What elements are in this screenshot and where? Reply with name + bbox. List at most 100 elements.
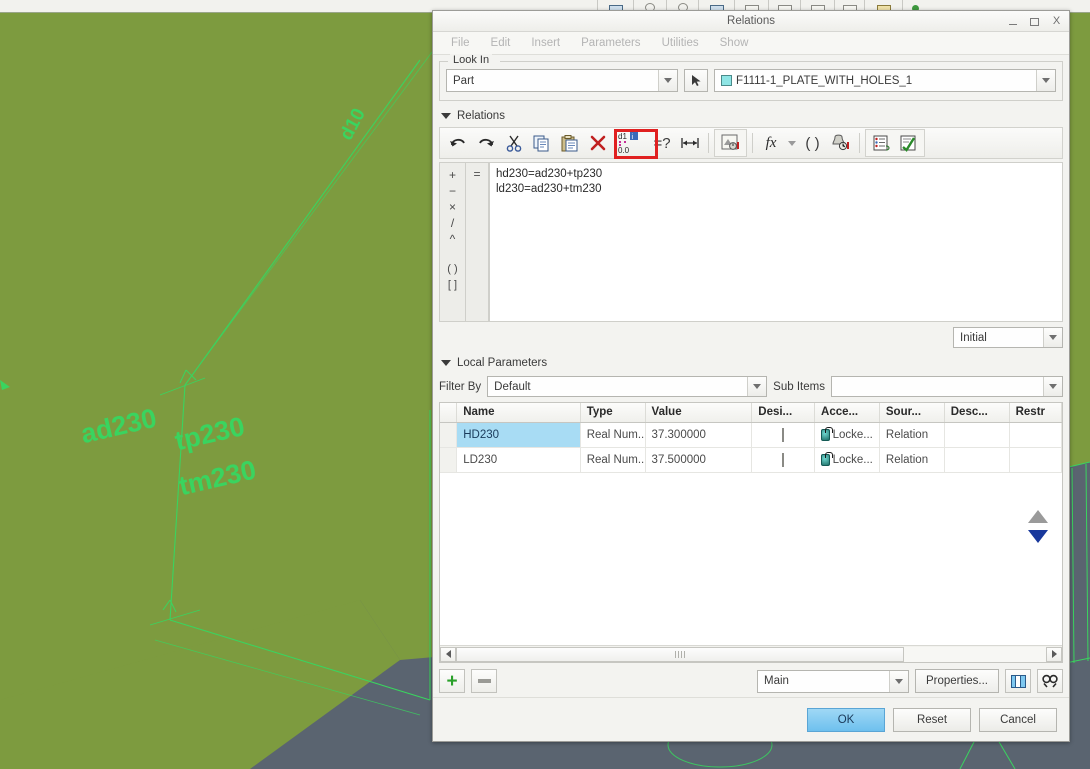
cell-description[interactable] — [944, 447, 1010, 473]
menu-item-parameters[interactable]: Parameters — [573, 35, 648, 51]
units-icon[interactable] — [827, 130, 854, 156]
parameter-scope-combo[interactable]: Main — [757, 669, 909, 693]
chevron-down-icon[interactable] — [658, 70, 677, 91]
menu-item-file[interactable]: File — [443, 35, 478, 51]
column-header-restrictions[interactable]: Restr — [1009, 403, 1062, 423]
dimension-icon[interactable] — [676, 130, 703, 156]
local-parameters-section-header[interactable]: Local Parameters — [439, 354, 1063, 372]
cell-value[interactable]: 37.500000 — [645, 447, 753, 473]
row-selector-cell[interactable] — [440, 422, 458, 448]
cancel-button[interactable]: Cancel — [979, 707, 1057, 732]
look-in-scope-combo[interactable]: Part — [446, 69, 678, 92]
operator-minus[interactable]: − — [440, 183, 465, 199]
sub-items-combo[interactable] — [830, 376, 1063, 397]
find-icon[interactable] — [1037, 669, 1063, 693]
paste-icon[interactable] — [556, 130, 583, 156]
window-controls[interactable]: X — [1006, 11, 1063, 32]
menu-item-insert[interactable]: Insert — [523, 35, 568, 51]
chevron-down-icon[interactable] — [889, 670, 908, 692]
collapse-triangle-icon[interactable] — [441, 360, 451, 366]
cell-type[interactable]: Real Num... — [580, 422, 646, 448]
table-horizontal-scrollbar[interactable] — [440, 645, 1062, 662]
check-icon[interactable] — [895, 130, 922, 156]
scrollbar-thumb[interactable] — [456, 646, 905, 662]
undo-icon[interactable] — [444, 130, 471, 156]
scrollbar-track[interactable] — [456, 646, 1046, 662]
column-header-designate[interactable]: Desi... — [751, 403, 816, 423]
cell-name[interactable]: HD230 — [456, 422, 581, 448]
relations-text-editor[interactable]: hd230=ad230+tp230 ld230=ad230+tm230 — [489, 162, 1063, 322]
ok-button[interactable]: OK — [807, 707, 885, 732]
minimize-icon[interactable] — [1006, 15, 1019, 28]
operator-equals[interactable]: = — [473, 167, 480, 181]
cell-value[interactable]: 37.300000 — [645, 422, 753, 448]
parameter-filter-row[interactable]: Filter By Default Sub Items — [439, 376, 1063, 397]
chevron-down-icon[interactable] — [1043, 377, 1062, 396]
relations-toolbar[interactable]: d1 i 0.0 =? fx () — [439, 127, 1063, 159]
chevron-down-icon[interactable] — [747, 377, 767, 396]
dropdown-arrow-icon[interactable] — [785, 130, 798, 156]
look-in-model-combo[interactable]: F1111-1_PLATE_WITH_HOLES_1 — [714, 69, 1056, 92]
relation-state-combo[interactable]: Initial — [953, 327, 1063, 348]
cell-source[interactable]: Relation — [879, 422, 945, 448]
notes-icon[interactable] — [868, 130, 895, 156]
relations-editor[interactable]: + − × / ^ ( ) [ ] = hd230=ad230+tp230 ld… — [439, 162, 1063, 322]
operator-power[interactable]: ^ — [440, 231, 465, 247]
columns-icon[interactable] — [1005, 669, 1031, 693]
viewport-nav-arrows[interactable] — [1028, 510, 1048, 543]
remove-parameter-icon[interactable] — [471, 669, 497, 693]
cell-source[interactable]: Relation — [879, 447, 945, 473]
redo-icon[interactable] — [472, 130, 499, 156]
equals-palette[interactable]: = — [465, 162, 489, 322]
filter-by-combo[interactable]: Default — [487, 376, 768, 397]
dialog-title-bar[interactable]: Relations X — [433, 11, 1069, 32]
insert-from-list-icon[interactable]: d1 i 0.0 — [612, 130, 648, 156]
delete-icon[interactable] — [584, 130, 611, 156]
menu-item-utilities[interactable]: Utilities — [654, 35, 707, 51]
bracket-square[interactable]: [ ] — [440, 277, 465, 293]
operator-divide[interactable]: / — [440, 215, 465, 231]
scroll-right-button[interactable] — [1046, 646, 1062, 662]
cut-icon[interactable] — [500, 130, 527, 156]
row-selector-cell[interactable] — [440, 447, 458, 473]
operator-palette[interactable]: + − × / ^ ( ) [ ] — [439, 162, 465, 322]
parameter-actions-bar[interactable]: + Main Properties... — [439, 669, 1063, 693]
chevron-down-icon[interactable] — [1036, 70, 1055, 91]
reset-button[interactable]: Reset — [893, 707, 971, 732]
cell-restrictions[interactable] — [1009, 422, 1062, 448]
add-parameter-icon[interactable]: + — [439, 669, 465, 693]
menu-item-show[interactable]: Show — [712, 35, 757, 51]
relations-dialog[interactable]: Relations X File Edit Insert Parameters … — [432, 10, 1070, 742]
close-icon[interactable]: X — [1050, 15, 1063, 28]
designate-checkbox[interactable] — [782, 452, 785, 467]
notes-group[interactable] — [865, 129, 925, 157]
cell-name[interactable]: LD230 — [456, 447, 581, 473]
verify-group[interactable] — [714, 129, 747, 157]
column-header-description[interactable]: Desc... — [944, 403, 1010, 423]
bracket-round[interactable]: ( ) — [440, 261, 465, 277]
verify-relations-icon[interactable] — [717, 130, 744, 156]
copy-icon[interactable] — [528, 130, 555, 156]
cell-designate[interactable] — [751, 447, 816, 473]
column-header-type[interactable]: Type — [580, 403, 646, 423]
scroll-left-button[interactable] — [440, 646, 456, 662]
table-row[interactable]: HD230 Real Num... 37.300000 Locke... Rel… — [440, 422, 1062, 448]
collapse-triangle-icon[interactable] — [441, 113, 451, 119]
select-arrow-icon[interactable] — [684, 69, 708, 92]
evaluate-icon[interactable]: =? — [649, 130, 675, 156]
column-header-source[interactable]: Sour... — [879, 403, 945, 423]
cell-access[interactable]: Locke... — [814, 422, 880, 448]
cell-description[interactable] — [944, 422, 1010, 448]
designate-checkbox[interactable] — [782, 427, 785, 442]
chevron-down-icon[interactable] — [1043, 328, 1062, 347]
properties-button[interactable]: Properties... — [915, 669, 999, 693]
dialog-menu-bar[interactable]: File Edit Insert Parameters Utilities Sh… — [433, 32, 1069, 55]
column-header-name[interactable]: Name — [456, 403, 581, 423]
scroll-up-arrow[interactable] — [1028, 510, 1048, 523]
menu-item-edit[interactable]: Edit — [483, 35, 519, 51]
column-header-value[interactable]: Value — [645, 403, 753, 423]
table-row[interactable]: LD230 Real Num... 37.500000 Locke... Rel… — [440, 447, 1062, 473]
operator-multiply[interactable]: × — [440, 199, 465, 215]
parentheses-icon[interactable]: ( ) — [799, 130, 826, 156]
cell-type[interactable]: Real Num... — [580, 447, 646, 473]
